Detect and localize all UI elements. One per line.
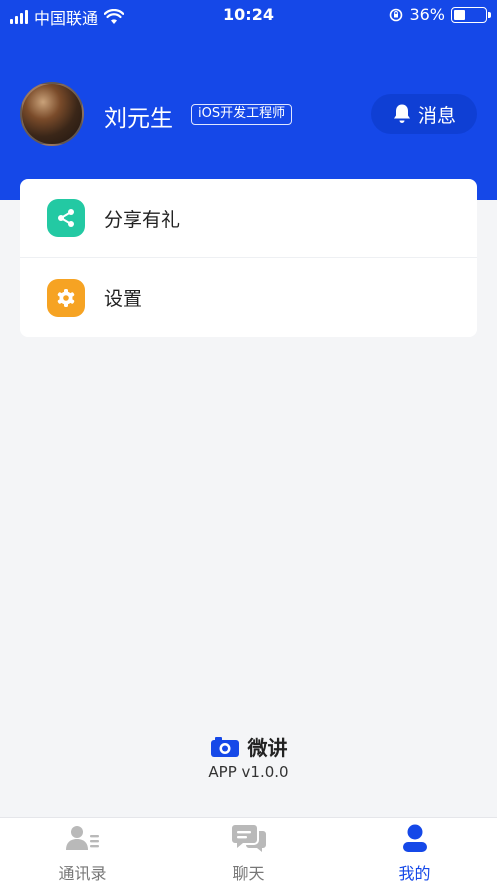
messages-button[interactable]: 消息	[371, 94, 477, 134]
orientation-lock-icon	[390, 8, 403, 21]
avatar[interactable]	[20, 82, 84, 146]
menu-card: 分享有礼 设置	[20, 179, 477, 337]
menu-item-settings[interactable]: 设置	[20, 258, 477, 337]
tab-chat[interactable]: 聊天	[166, 818, 331, 883]
status-right: 36%	[389, 5, 491, 24]
app-brand: 微讲	[0, 732, 497, 761]
menu-item-label: 分享有礼	[104, 208, 181, 231]
bell-icon	[393, 104, 410, 123]
user-name: 刘元生	[104, 106, 173, 132]
brand-name: 微讲	[247, 736, 288, 760]
messages-label: 消息	[417, 104, 456, 127]
chat-icon	[231, 822, 266, 853]
battery-percent: 36%	[409, 5, 445, 24]
camera-logo-icon	[210, 736, 239, 757]
share-icon	[47, 199, 85, 237]
contacts-icon	[65, 822, 101, 853]
menu-item-label: 设置	[104, 288, 143, 310]
app-version: APP v1.0.0	[208, 763, 289, 781]
role-badge: iOS开发工程师	[191, 104, 293, 125]
user-icon	[400, 822, 430, 853]
menu-item-share[interactable]: 分享有礼	[20, 179, 477, 258]
battery-level	[454, 9, 465, 20]
battery-icon	[451, 6, 491, 23]
status-bar: 中国联通 10:24 36%	[0, 0, 497, 30]
tab-label: 通讯录	[58, 864, 107, 883]
tab-mine[interactable]: 我的	[332, 818, 497, 883]
tab-contacts[interactable]: 通讯录	[0, 818, 165, 883]
tab-label: 我的	[398, 864, 431, 883]
tab-label: 聊天	[232, 864, 265, 883]
tab-bar: 通讯录 聊天 我的	[0, 817, 497, 883]
gear-icon	[47, 278, 85, 317]
